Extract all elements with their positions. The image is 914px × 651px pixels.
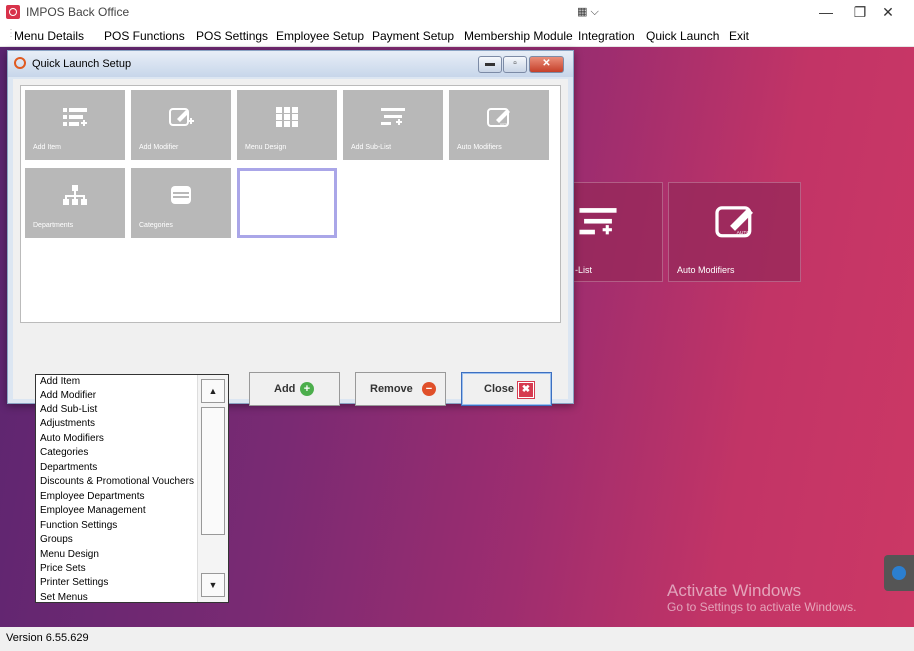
grid-slot-empty[interactable] — [131, 246, 231, 316]
dropdown-option[interactable]: Departments — [40, 462, 97, 473]
dropdown-option[interactable]: Add Modifier — [40, 390, 96, 401]
side-panel-toggle-icon[interactable] — [884, 555, 914, 591]
auto-modifiers-icon: AUTO — [715, 206, 753, 238]
grid-tile-add-item[interactable]: Add Item — [25, 90, 125, 160]
tile-label: Auto Modifiers — [677, 265, 735, 275]
grid-slot-empty[interactable] — [449, 168, 549, 238]
grid-tile-add-sub-list[interactable]: Add Sub-List — [343, 90, 443, 160]
dropdown-option[interactable]: Groups — [40, 534, 73, 545]
scroll-down-icon[interactable]: ▼ — [201, 573, 225, 597]
tile-label: Add Sub-List — [351, 144, 392, 151]
svg-text:AUTO: AUTO — [737, 230, 751, 236]
dropdown-option[interactable]: Add Item — [40, 376, 80, 387]
quick-launch-setup-dialog: Quick Launch Setup ▬ ▫ ✕ Add Item Add Mo… — [7, 50, 574, 406]
dropdown-option[interactable]: Menu Design — [40, 549, 99, 560]
close-icon: ✖ — [518, 382, 534, 398]
menu-item-membership-module[interactable]: Membership Module — [464, 29, 573, 43]
layout-toggle-icon[interactable]: ▦ ⌵ — [566, 2, 610, 22]
dialog-close-button[interactable]: ✕ — [529, 56, 564, 73]
menu-bar: ⋮ Menu Details POS Functions POS Setting… — [0, 24, 914, 47]
dropdown-option[interactable]: Set Menus — [40, 592, 88, 602]
quick-launch-grid: Add Item Add Modifier Menu Design Add Su… — [20, 85, 561, 323]
departments-icon — [63, 185, 87, 205]
add-item-icon — [63, 108, 87, 126]
dropdown-option[interactable]: Discounts & Promotional Vouchers — [40, 476, 194, 487]
dialog-title: Quick Launch Setup — [32, 58, 132, 70]
tile-label: Departments — [33, 222, 74, 229]
activate-windows-title: Activate Windows — [667, 581, 802, 600]
menu-item-pos-settings[interactable]: POS Settings — [196, 29, 268, 43]
dropdown-option[interactable]: Function Settings — [40, 520, 117, 531]
categories-icon — [171, 186, 191, 204]
menu-item-pos-functions[interactable]: POS Functions — [104, 29, 185, 43]
add-modifier-icon — [169, 108, 194, 126]
dialog-titlebar: Quick Launch Setup ▬ ▫ ✕ — [8, 51, 573, 77]
menu-item-integration[interactable]: Integration — [578, 29, 635, 43]
remove-button[interactable]: Remove − — [355, 372, 446, 406]
grid-slot-empty[interactable] — [449, 246, 549, 316]
grid-slot-empty[interactable] — [237, 246, 337, 316]
tile-label: Add Item — [33, 144, 62, 151]
tile-label: Add Modifier — [139, 144, 179, 151]
close-dialog-button[interactable]: Close ✖ — [461, 372, 552, 406]
app-titlebar: IMPOS Back Office ▦ ⌵ — ❐ ✕ — [0, 0, 914, 24]
grid-slot-empty[interactable] — [343, 168, 443, 238]
dropdown-option[interactable]: Employee Management — [40, 505, 146, 516]
dropdown-scrollbar[interactable]: ▲ ▼ — [197, 375, 228, 602]
grid-tile-departments[interactable]: Departments — [25, 168, 125, 238]
dropdown-option[interactable]: Auto Modifiers — [40, 433, 104, 444]
menu-item-quick-launch[interactable]: Quick Launch — [646, 29, 719, 43]
scroll-up-icon[interactable]: ▲ — [201, 379, 225, 403]
add-button-label: Add — [274, 383, 296, 395]
dropdown-option[interactable]: Add Sub-List — [40, 404, 97, 415]
grid-slot-empty[interactable] — [343, 246, 443, 316]
tile-label: Categories — [139, 222, 173, 229]
add-icon: + — [300, 382, 314, 396]
dropdown-option[interactable]: Printer Settings — [40, 577, 108, 588]
dialog-minimize-button[interactable]: ▬ — [478, 56, 502, 73]
scrollbar-thumb[interactable] — [201, 407, 225, 535]
close-button-label: Close — [484, 383, 514, 395]
dialog-icon — [14, 57, 26, 69]
menu-item-exit[interactable]: Exit — [729, 29, 749, 43]
remove-button-label: Remove — [370, 383, 413, 395]
add-sub-list-icon — [579, 208, 617, 235]
dialog-maximize-button[interactable]: ▫ — [503, 56, 527, 73]
quick-launch-tile-auto-modifiers[interactable]: AUTO Auto Modifiers — [668, 182, 801, 282]
version-label: Version 6.55.629 — [6, 632, 89, 644]
grid-tile-auto-modifiers[interactable]: AUTO Auto Modifiers — [449, 90, 549, 160]
close-button[interactable]: ✕ — [868, 2, 908, 22]
grid-tile-menu-design[interactable]: Menu Design — [237, 90, 337, 160]
grid-slot-empty[interactable] — [25, 246, 125, 316]
status-bar: Version 6.55.629 — [0, 627, 914, 651]
launch-item-dropdown-list: Add Item Add Modifier Add Sub-List Adjus… — [35, 374, 229, 603]
grid-tile-categories[interactable]: Categories — [131, 168, 231, 238]
dropdown-option[interactable]: Price Sets — [40, 563, 86, 574]
dialog-body: Add Item Add Modifier Menu Design Add Su… — [13, 79, 568, 406]
auto-modifiers-icon: AUTO — [487, 108, 510, 127]
menu-design-icon — [276, 107, 298, 127]
tile-label: Auto Modifiers — [457, 144, 502, 151]
app-title: IMPOS Back Office — [26, 5, 130, 19]
tile-label: Menu Design — [245, 144, 287, 151]
activate-windows-subtitle: Go to Settings to activate Windows. — [667, 600, 857, 614]
tile-label: -List — [575, 265, 593, 275]
remove-icon: − — [422, 382, 436, 396]
app-logo-icon — [6, 5, 20, 19]
grid-slot-selected[interactable] — [237, 168, 337, 238]
menu-item-employee-setup[interactable]: Employee Setup — [276, 29, 364, 43]
grid-tile-add-modifier[interactable]: Add Modifier — [131, 90, 231, 160]
menu-item-menu-details[interactable]: Menu Details — [14, 29, 84, 43]
menu-item-payment-setup[interactable]: Payment Setup — [372, 29, 454, 43]
dropdown-option[interactable]: Adjustments — [40, 418, 95, 429]
add-sub-list-icon — [381, 108, 405, 125]
svg-text:AUTO: AUTO — [500, 122, 509, 126]
dropdown-option[interactable]: Employee Departments — [40, 491, 145, 502]
add-button[interactable]: Add + — [249, 372, 340, 406]
dropdown-option[interactable]: Categories — [40, 447, 88, 458]
